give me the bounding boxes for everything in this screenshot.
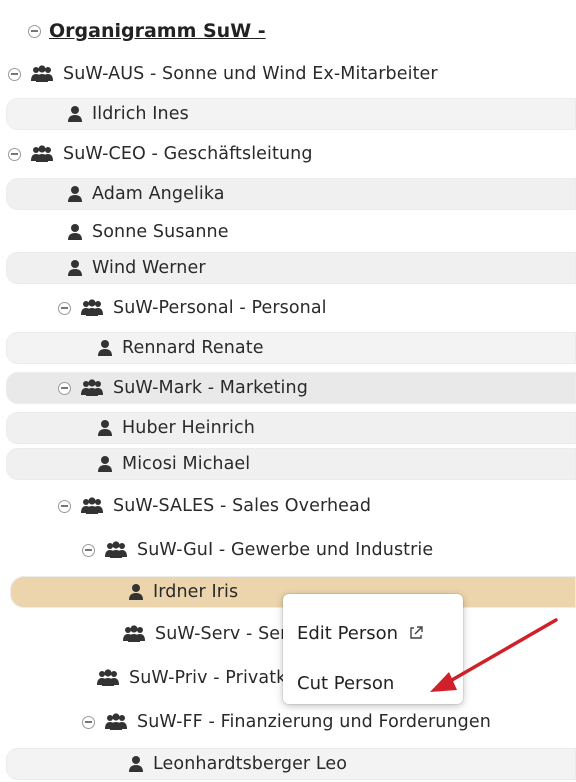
person-icon: [68, 106, 82, 122]
person-icon: [129, 584, 143, 600]
tree-node-person[interactable]: Adam Angelika: [0, 176, 576, 212]
tree-node-label: Rennard Renate: [122, 338, 264, 358]
edit-person-menu-item[interactable]: Edit Person: [297, 616, 424, 650]
tree-node-person[interactable]: Micosi Michael: [0, 446, 576, 482]
tree-node-person[interactable]: Wind Werner: [0, 250, 576, 286]
context-menu: Edit Person Cut Person: [283, 594, 463, 704]
group-icon: [97, 669, 119, 686]
group-icon: [31, 65, 53, 82]
collapse-icon[interactable]: [82, 543, 95, 557]
group-icon: [105, 541, 127, 558]
group-icon: [31, 145, 53, 162]
tree-node-label: SuW-CEO - Geschäftsleitung: [63, 144, 313, 164]
person-icon: [98, 420, 112, 436]
tree-node-label: SuW-AUS - Sonne und Wind Ex-Mitarbeiter: [63, 64, 438, 84]
external-link-icon: [410, 626, 423, 639]
tree-node-label: Adam Angelika: [92, 184, 225, 204]
tree-node-person[interactable]: Rennard Renate: [0, 330, 576, 366]
tree-node-label: SuW-Personal - Personal: [113, 298, 327, 318]
tree-node-label: Ildrich Ines: [92, 104, 189, 124]
collapse-icon[interactable]: [58, 499, 71, 513]
tree-node-label: SuW-Mark - Marketing: [113, 378, 308, 398]
edit-person-label: Edit Person: [297, 622, 399, 644]
tree-node-person[interactable]: Huber Heinrich: [0, 410, 576, 446]
tree-node-label: SuW-SALES - Sales Overhead: [113, 496, 372, 516]
tree-node-group[interactable]: SuW-AUS - Sonne und Wind Ex-Mitarbeiter: [0, 56, 576, 92]
tree-title[interactable]: Organigramm SuW -: [28, 16, 266, 46]
group-icon: [81, 497, 103, 514]
person-icon: [68, 224, 82, 240]
cut-person-label: Cut Person: [297, 672, 395, 694]
group-icon: [81, 379, 103, 396]
tree-node-label: Micosi Michael: [122, 454, 251, 474]
collapse-icon[interactable]: [82, 715, 95, 729]
page-title[interactable]: Organigramm SuW -: [49, 20, 266, 42]
tree-node-group[interactable]: SuW-CEO - Geschäftsleitung: [0, 136, 576, 172]
collapse-icon[interactable]: [8, 67, 21, 81]
person-icon: [98, 340, 112, 356]
person-icon: [68, 260, 82, 276]
tree-node-group[interactable]: SuW-SALES - Sales Overhead: [0, 488, 576, 524]
person-icon: [129, 756, 143, 772]
tree-node-label: Leonhardtsberger Leo: [153, 754, 348, 774]
tree-node-person[interactable]: Sonne Susanne: [0, 214, 576, 250]
tree-node-person[interactable]: Ildrich Ines: [0, 96, 576, 132]
group-icon: [81, 299, 103, 316]
collapse-icon[interactable]: [8, 147, 21, 161]
group-icon: [123, 625, 145, 642]
tree-node-group[interactable]: SuW-FF - Finanzierung und Forderungen: [0, 704, 576, 740]
cut-person-menu-item[interactable]: Cut Person: [297, 666, 394, 700]
tree-node-group[interactable]: SuW-Mark - Marketing: [0, 370, 576, 406]
tree-node-label: SuW-GuI - Gewerbe und Industrie: [137, 540, 434, 560]
tree-node-group[interactable]: SuW-Personal - Personal: [0, 290, 576, 326]
tree-node-label: Wind Werner: [92, 258, 206, 278]
collapse-icon[interactable]: [28, 24, 41, 38]
collapse-icon[interactable]: [58, 381, 71, 395]
tree-node-person[interactable]: Leonhardtsberger Leo: [0, 746, 576, 782]
tree-node-group[interactable]: SuW-GuI - Gewerbe und Industrie: [0, 532, 576, 568]
person-icon: [98, 456, 112, 472]
tree-node-label: Huber Heinrich: [122, 418, 255, 438]
person-icon: [68, 186, 82, 202]
tree-node-label: Sonne Susanne: [92, 222, 229, 242]
group-icon: [105, 713, 127, 730]
tree-node-label: Irdner Iris: [153, 582, 239, 602]
collapse-icon[interactable]: [58, 301, 71, 315]
tree-node-label: SuW-FF - Finanzierung und Forderungen: [137, 712, 491, 732]
